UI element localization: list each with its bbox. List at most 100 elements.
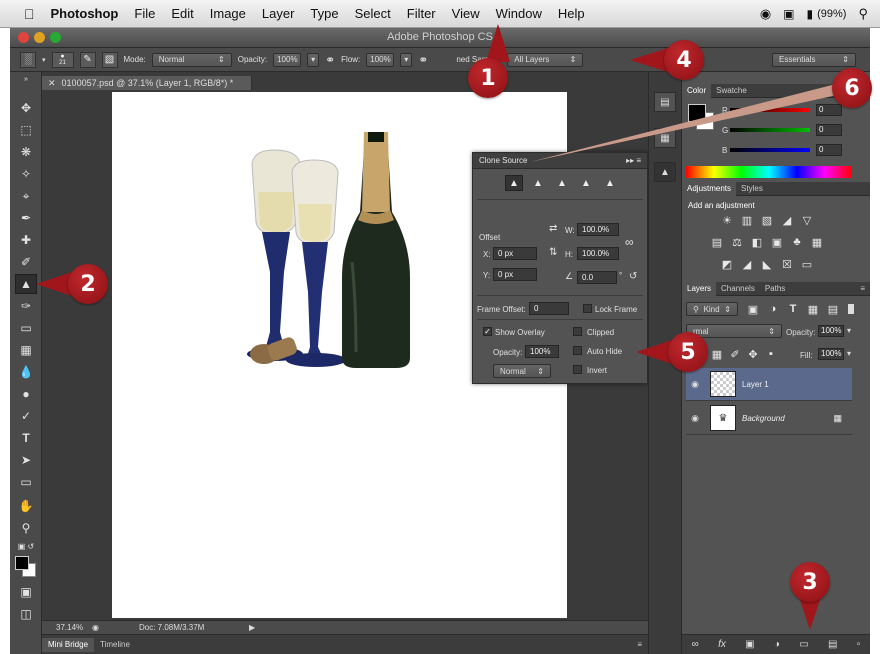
new-layer-icon[interactable]: ▤ — [828, 639, 837, 650]
green-value-field[interactable]: 0 — [816, 124, 842, 136]
filter-type-icon[interactable]: T — [786, 303, 800, 315]
opacity-slider-arrow-icon[interactable]: ▾ — [307, 52, 320, 67]
lock-pixels-icon[interactable]: ✐ — [728, 348, 742, 361]
move-tool-icon[interactable]: ✥ — [15, 98, 37, 118]
eraser-tool-icon[interactable]: ▭ — [15, 318, 37, 338]
x-offset-field[interactable]: 0 px — [493, 247, 537, 260]
new-adjustment-layer-icon[interactable]: ◑ — [774, 639, 780, 650]
overlay-opacity-field[interactable]: 100% — [525, 345, 559, 358]
layer-visibility-eye-icon[interactable]: ◉ — [686, 379, 704, 390]
eyedropper-tool-icon[interactable]: ✒ — [15, 208, 37, 228]
tab-paths[interactable]: Paths — [760, 282, 790, 296]
tab-swatches[interactable]: Swatche — [711, 84, 752, 98]
layer-style-fx-icon[interactable]: fx — [718, 639, 726, 650]
flow-slider-arrow-icon[interactable]: ▾ — [400, 52, 413, 67]
preset-dropdown-arrow-icon[interactable]: ▾ — [42, 56, 46, 64]
clone-source-panel-icon[interactable]: ▲ — [654, 162, 676, 182]
tab-layers[interactable]: Layers — [682, 281, 717, 296]
brush-preset-picker[interactable]: ● 21 — [51, 51, 74, 68]
red-value-field[interactable]: 0 — [816, 104, 842, 116]
marquee-tool-icon[interactable]: ⬚ — [15, 120, 37, 140]
filter-smart-object-icon[interactable]: ▤ — [826, 303, 840, 316]
clipped-checkbox[interactable] — [573, 327, 582, 336]
color-spectrum-ramp[interactable] — [686, 166, 852, 178]
link-layers-icon[interactable]: ∞ — [692, 639, 699, 650]
tab-timeline[interactable]: Timeline — [94, 638, 136, 652]
add-mask-icon[interactable]: ▣ — [745, 639, 754, 650]
color-lookup-icon[interactable]: ▦ — [810, 236, 824, 249]
filter-shape-icon[interactable]: ▦ — [806, 303, 820, 316]
brightness-contrast-icon[interactable]: ☀ — [720, 214, 734, 227]
overlay-blend-select[interactable]: Normal ⇕ — [493, 364, 551, 378]
fill-field[interactable]: 100% — [818, 348, 844, 360]
apple-icon[interactable]:  — [24, 6, 35, 22]
layer-row-layer-1[interactable]: ◉ Layer 1 — [686, 368, 852, 401]
menu-app-name[interactable]: Photoshop — [51, 6, 119, 21]
menu-image[interactable]: Image — [210, 6, 246, 21]
sample-layers-select[interactable]: All Layers ⇕ — [507, 52, 584, 67]
black-white-icon[interactable]: ◧ — [750, 236, 764, 249]
battery-icon[interactable]: ▮ — [807, 7, 814, 21]
auto-hide-checkbox[interactable] — [573, 346, 582, 355]
angle-field[interactable]: 0.0 — [577, 271, 617, 284]
history-panel-icon[interactable]: ▤ — [654, 92, 676, 112]
exposure-icon[interactable]: ◢ — [780, 214, 794, 227]
clone-stamp-preset-icon[interactable]: ░ — [20, 51, 36, 68]
mode-select[interactable]: Normal ⇕ — [151, 52, 232, 67]
clone-source-1-icon[interactable]: ▲ — [505, 175, 523, 191]
filter-pixel-icon[interactable]: ▣ — [746, 303, 760, 316]
selective-color-icon[interactable]: ☒ — [780, 258, 794, 271]
layers-panel-menu-icon[interactable]: ≡ — [855, 282, 870, 296]
blur-tool-icon[interactable]: 💧 — [15, 362, 37, 382]
tools-collapse-icon[interactable]: » — [15, 74, 37, 84]
crop-tool-icon[interactable]: ⌖ — [15, 186, 37, 206]
airbrush-icon[interactable]: ⚭ — [418, 53, 428, 67]
menu-edit[interactable]: Edit — [171, 6, 193, 21]
lock-transparent-icon[interactable]: ▦ — [710, 348, 724, 361]
spotlight-search-icon[interactable]: ⚲ — [858, 6, 868, 22]
pressure-opacity-icon[interactable]: ⚭ — [325, 53, 335, 67]
document-tab[interactable]: ✕ 0100057.psd @ 37.1% (Layer 1, RGB/8*) … — [42, 76, 252, 90]
brush-tool-icon[interactable]: ✐ — [15, 252, 37, 272]
menu-help[interactable]: Help — [558, 6, 585, 21]
flip-vertical-icon[interactable]: ⇅ — [549, 247, 557, 258]
clone-source-3-icon[interactable]: ▲ — [553, 175, 571, 191]
default-colors-icon[interactable]: ▣ ↺ — [15, 540, 37, 552]
lasso-tool-icon[interactable]: ❋ — [15, 142, 37, 162]
display-icon[interactable]: ▣ — [783, 7, 794, 21]
menu-file[interactable]: File — [134, 6, 155, 21]
quick-mask-icon[interactable]: ▣ — [15, 582, 37, 602]
tab-styles[interactable]: Styles — [736, 182, 768, 196]
tab-channels[interactable]: Channels — [716, 282, 760, 296]
channel-mixer-icon[interactable]: ♣ — [790, 236, 804, 248]
dodge-tool-icon[interactable]: ● — [15, 384, 37, 404]
bottom-panel-menu-icon[interactable]: ≡ — [631, 638, 648, 652]
clone-source-4-icon[interactable]: ▲ — [577, 175, 595, 191]
frame-offset-field[interactable]: 0 — [529, 302, 569, 315]
tab-mini-bridge[interactable]: Mini Bridge — [42, 637, 95, 652]
red-slider[interactable] — [730, 108, 810, 112]
fill-arrow-icon[interactable]: ▾ — [847, 349, 851, 358]
vibrance-icon[interactable]: ▽ — [800, 214, 814, 227]
layer-opacity-field[interactable]: 100% — [818, 325, 844, 337]
layer-row-background[interactable]: ◉ ♛ Background ▦ — [686, 402, 852, 435]
workspace-select[interactable]: Essentials ⇕ — [772, 52, 856, 67]
tab-adjustments[interactable]: Adjustments — [682, 181, 737, 196]
blue-slider[interactable] — [730, 148, 810, 152]
brush-panel-toggle-icon[interactable]: ✎ — [79, 51, 96, 68]
menu-layer[interactable]: Layer — [262, 6, 295, 21]
curves-icon[interactable]: ▧ — [760, 214, 774, 227]
history-brush-tool-icon[interactable]: ✑ — [15, 296, 37, 316]
menu-filter[interactable]: Filter — [407, 6, 436, 21]
new-group-folder-icon[interactable]: ▭ — [799, 639, 808, 650]
gradient-map-icon[interactable]: ▭ — [800, 258, 814, 271]
screen-mode-icon[interactable]: ◫ — [15, 604, 37, 624]
healing-brush-tool-icon[interactable]: ✚ — [15, 230, 37, 250]
hand-tool-icon[interactable]: ✋ — [15, 496, 37, 516]
color-fg-swatch[interactable] — [688, 104, 706, 122]
gradient-tool-icon[interactable]: ▦ — [15, 340, 37, 360]
close-document-icon[interactable]: ✕ — [48, 78, 56, 89]
path-selection-tool-icon[interactable]: ➤ — [15, 450, 37, 470]
properties-panel-icon[interactable]: ▦ — [654, 128, 676, 148]
menu-select[interactable]: Select — [355, 6, 391, 21]
